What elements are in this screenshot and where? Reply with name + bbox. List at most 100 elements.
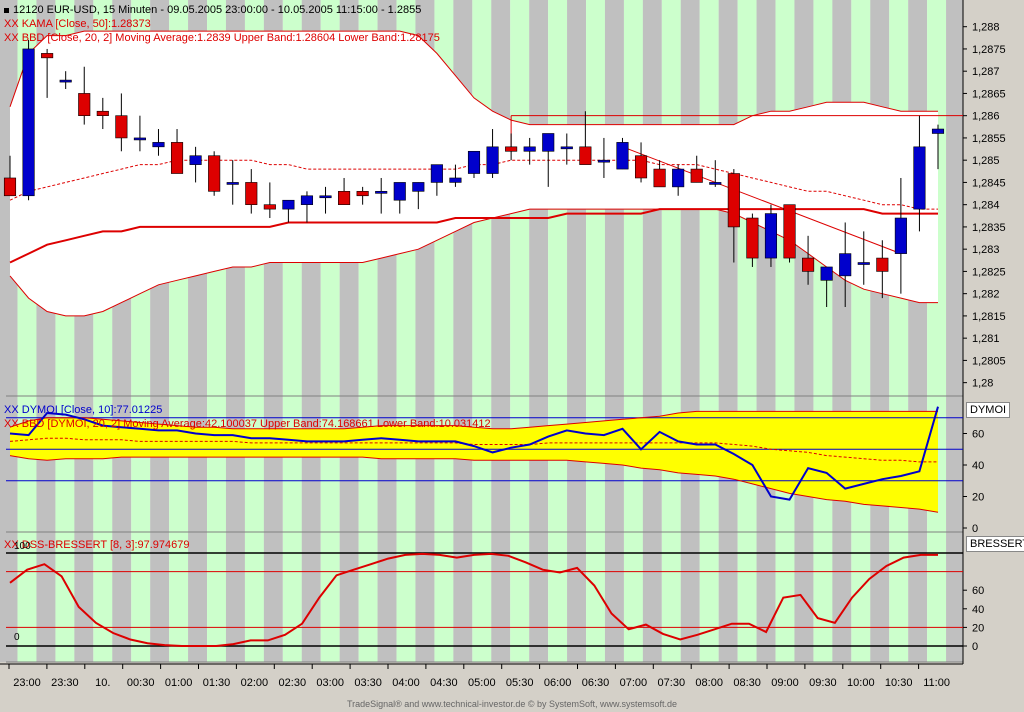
- stripe-green: [737, 0, 757, 662]
- stripe-gray: [946, 0, 966, 662]
- dss-y-tick-label: 60: [972, 585, 984, 597]
- candle: [22, 40, 35, 201]
- candle-body: [393, 182, 406, 201]
- candle-body: [338, 191, 351, 205]
- candle-body: [41, 53, 54, 59]
- candle-body: [22, 48, 35, 197]
- candle-body: [505, 146, 518, 152]
- trading-chart-window: 1,288 1,2875 1,287 1,2865 1,286 1,2855 1,285 1,…: [0, 0, 1024, 712]
- price-y-tick-label: 1,2805: [972, 355, 1006, 367]
- candle-body: [133, 137, 146, 141]
- candle-body: [802, 257, 815, 272]
- candle-body: [412, 182, 425, 192]
- x-tick-label: 23:00: [13, 677, 41, 689]
- x-tick-label: 01:00: [165, 677, 193, 689]
- stripe-green: [813, 0, 833, 662]
- dss-tag: BRESSERT: [966, 536, 1024, 552]
- price-y-tick-label: 1,2815: [972, 311, 1006, 323]
- x-tick-label: 04:00: [392, 677, 420, 689]
- stripe-green: [548, 0, 568, 662]
- x-tick-label: 10.: [95, 677, 110, 689]
- candle-body: [839, 253, 852, 277]
- candle-body: [690, 168, 703, 183]
- stripe-green: [623, 0, 643, 662]
- x-tick-label: 06:00: [544, 677, 572, 689]
- stripe-green: [851, 0, 871, 662]
- kama-legend-marker: XX: [4, 18, 19, 30]
- candle-body: [560, 146, 573, 150]
- x-tick-label: 01:30: [203, 677, 231, 689]
- candle-body: [486, 146, 499, 174]
- candle-body: [727, 173, 740, 228]
- x-tick-label: 10:00: [847, 677, 875, 689]
- footer-copyright: TradeSignal® and www.technical-investor.…: [346, 699, 678, 709]
- stripe-gray: [794, 0, 814, 662]
- stripe-green: [699, 0, 719, 662]
- price-y-tick-label: 1,283: [972, 244, 1000, 256]
- dymoi-bbd-legend-text: BBD [DYMOI, 20, 2] Moving Average:42.100…: [21, 418, 491, 430]
- candle-body: [931, 128, 945, 134]
- stripe-gray: [567, 0, 587, 662]
- candle-body: [189, 155, 202, 165]
- x-tick-label: 00:30: [127, 677, 155, 689]
- price-y-tick-label: 1,282: [972, 289, 1000, 301]
- chart-canvas[interactable]: 1,288 1,2875 1,287 1,2865 1,286 1,2855 1,285 1,…: [0, 0, 1024, 712]
- dymoi-y-tick-label: 60: [972, 429, 984, 441]
- stripe-gray: [491, 0, 511, 662]
- candle-body: [616, 142, 629, 170]
- candle-body: [857, 262, 870, 265]
- candle-body: [170, 142, 184, 174]
- bbd-legend-marker: XX: [4, 32, 19, 44]
- dymoi-tag: DYMOI: [966, 402, 1011, 418]
- x-tick-label: 05:30: [506, 677, 534, 689]
- candle-body: [59, 79, 72, 83]
- candle-body: [709, 182, 722, 185]
- kama-legend-text: KAMA [Close, 50]:1.28373: [21, 18, 151, 30]
- stripe-gray: [529, 0, 549, 662]
- dss-legend[interactable]: XX DSS-BRESSERT [8, 3]:97.974679: [4, 539, 190, 551]
- x-tick-label: 07:30: [658, 677, 686, 689]
- bbd-legend[interactable]: XX BBD [Close, 20, 2] Moving Average:1.2…: [4, 32, 440, 44]
- candle: [764, 204, 778, 267]
- stripe-gray: [756, 0, 776, 662]
- price-y-tick-label: 1,2845: [972, 177, 1006, 189]
- dymoi-bbd-legend[interactable]: XX BBD [DYMOI, 20, 2] Moving Average:42.…: [4, 418, 491, 430]
- candle-body: [226, 182, 239, 185]
- x-tick-label: 05:00: [468, 677, 496, 689]
- price-y-tick-label: 1,2825: [972, 266, 1006, 278]
- candle-body: [3, 177, 17, 197]
- candle-body: [579, 146, 592, 165]
- dymoi-y-tick-label: 0: [972, 523, 978, 535]
- stripe-green: [927, 0, 947, 662]
- price-y-tick-label: 1,2835: [972, 222, 1006, 234]
- stripe-green: [586, 0, 606, 662]
- dymoi-y-tick-label: 40: [972, 460, 984, 472]
- dss-y-tick-label: 20: [972, 622, 984, 634]
- candle-body: [96, 110, 109, 116]
- x-tick-label: 02:00: [241, 677, 269, 689]
- price-y-tick-label: 1,2865: [972, 88, 1006, 100]
- candle-body: [597, 159, 610, 163]
- stripe-gray: [604, 0, 624, 662]
- dymoi-y-tick-label: 20: [972, 492, 984, 504]
- stripe-gray: [870, 0, 890, 662]
- kama-legend[interactable]: XX KAMA [Close, 50]:1.28373: [4, 18, 151, 30]
- candle-body: [746, 217, 759, 259]
- x-tick-label: 04:30: [430, 677, 458, 689]
- candle-body: [764, 213, 778, 259]
- dymoi-legend-text: DYMOI [Close, 10]:77.01225: [21, 404, 163, 416]
- price-y-tick-label: 1,288: [972, 22, 1000, 34]
- title-bullet-icon: [4, 7, 9, 13]
- chart-title: 12120 EUR-USD, 15 Minuten - 09.05.2005 2…: [4, 4, 421, 16]
- price-y-tick-label: 1,285: [972, 155, 1000, 167]
- candle-body: [672, 168, 685, 188]
- stripe-green: [661, 0, 681, 662]
- x-tick-label: 23:30: [51, 677, 79, 689]
- candle-body: [634, 155, 648, 179]
- dymoi-legend[interactable]: XX DYMOI [Close, 10]:77.01225: [4, 404, 162, 416]
- stripe-green: [775, 0, 795, 662]
- candle: [616, 137, 629, 170]
- price-y-tick-label: 1,28: [972, 378, 993, 390]
- chart-title-text: 12120 EUR-USD, 15 Minuten - 09.05.2005 2…: [13, 4, 422, 16]
- price-y-tick-label: 1,286: [972, 111, 1000, 123]
